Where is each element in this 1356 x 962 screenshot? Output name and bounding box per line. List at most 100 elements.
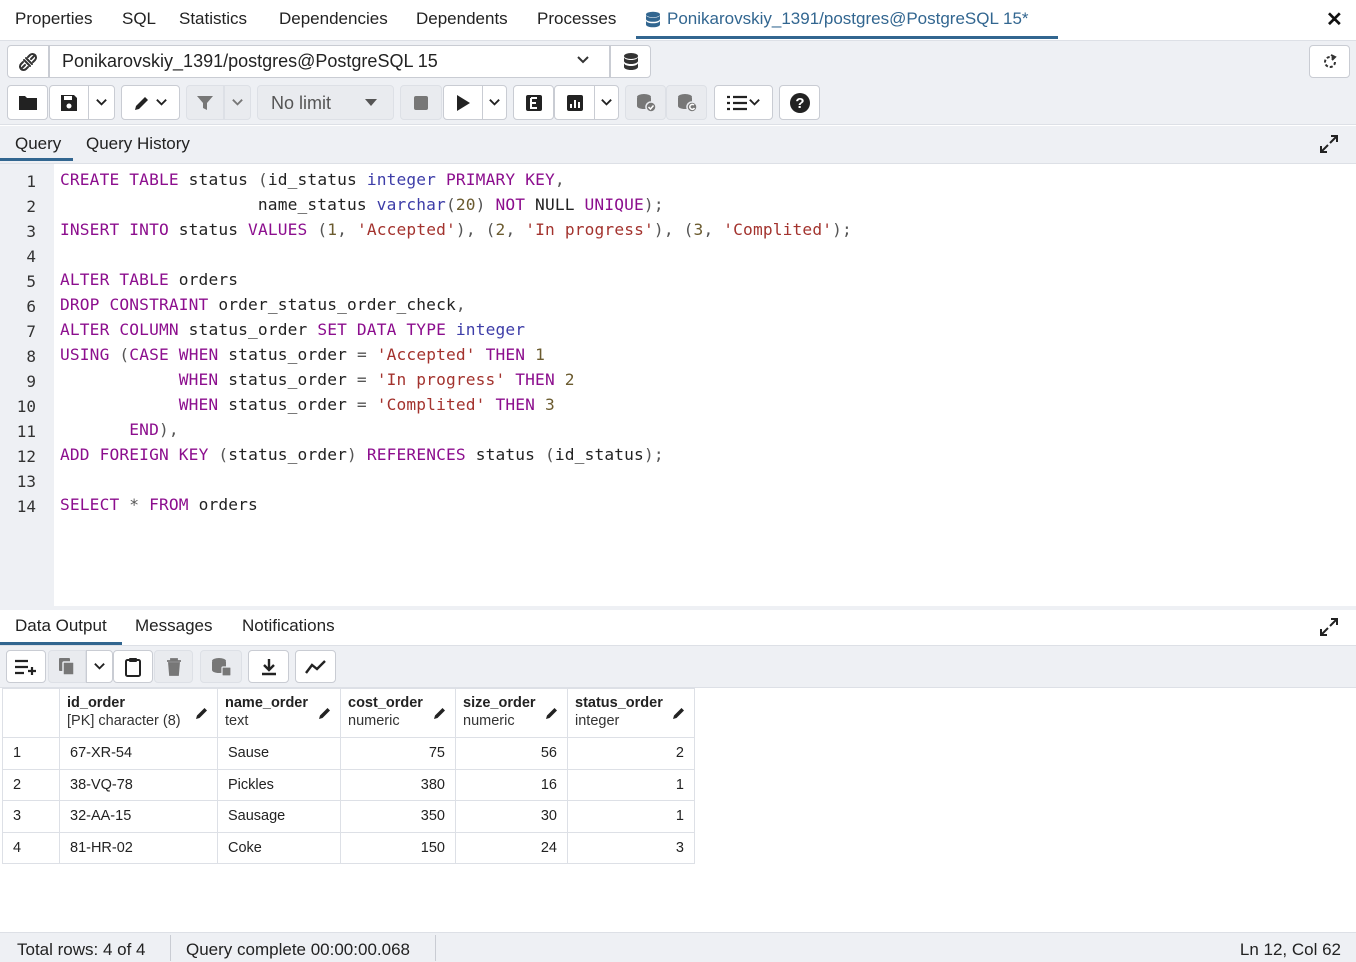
execute-options-button[interactable] xyxy=(482,85,507,120)
pencil-icon[interactable] xyxy=(318,706,332,720)
divider xyxy=(435,935,436,961)
code-line[interactable]: DROP CONSTRAINT order_status_order_check… xyxy=(60,295,466,314)
code-line[interactable]: ALTER COLUMN status_order SET DATA TYPE … xyxy=(60,320,525,339)
code-line[interactable]: name_status varchar(20) NOT NULL UNIQUE)… xyxy=(60,195,664,214)
cell-id-order[interactable]: 67-XR-54 xyxy=(59,737,218,770)
cell-status-order[interactable]: 1 xyxy=(567,800,695,833)
stop-button[interactable] xyxy=(400,85,442,120)
copy-button[interactable] xyxy=(48,650,86,683)
code-line[interactable]: CREATE TABLE status (id_status integer P… xyxy=(60,170,565,189)
cell-name-order[interactable]: Pickles xyxy=(217,768,341,801)
column-header[interactable]: id_order [PK] character (8) xyxy=(59,688,218,738)
data-grid[interactable]: id_order [PK] character (8) name_order t… xyxy=(2,688,695,864)
paste-button[interactable] xyxy=(113,650,153,683)
filter-button[interactable] xyxy=(186,85,224,120)
cell-size-order[interactable]: 56 xyxy=(455,737,568,770)
save-file-button[interactable] xyxy=(49,85,89,120)
pencil-icon[interactable] xyxy=(545,706,559,720)
code-line[interactable]: SELECT * FROM orders xyxy=(60,495,258,514)
tab-messages[interactable]: Messages xyxy=(135,616,212,636)
cell-status-order[interactable]: 3 xyxy=(567,831,695,864)
code-line[interactable]: INSERT INTO status VALUES (1, 'Accepted'… xyxy=(60,220,852,239)
chart-bar-icon xyxy=(566,94,583,111)
rollback-button[interactable] xyxy=(666,85,707,120)
column-header[interactable]: name_order text xyxy=(217,688,341,738)
connection-status-button[interactable] xyxy=(7,45,49,78)
clipboard-icon xyxy=(125,657,141,677)
tab-query-history[interactable]: Query History xyxy=(86,134,190,154)
tab-notifications[interactable]: Notifications xyxy=(242,616,335,636)
graph-visualiser-button[interactable] xyxy=(295,650,336,683)
cell-id-order[interactable]: 38-VQ-78 xyxy=(59,768,218,801)
code-line[interactable]: WHEN status_order = 'Complited' THEN 3 xyxy=(60,395,555,414)
column-header[interactable]: status_order integer xyxy=(567,688,695,738)
pencil-icon[interactable] xyxy=(195,706,209,720)
cell-size-order[interactable]: 16 xyxy=(455,768,568,801)
edit-options-button[interactable] xyxy=(121,85,180,120)
copy-options-button[interactable] xyxy=(86,650,113,683)
delete-row-button[interactable] xyxy=(154,650,193,683)
filter-options-button[interactable] xyxy=(224,85,251,120)
cell-cost-order[interactable]: 75 xyxy=(340,737,456,770)
code-line[interactable]: USING (CASE WHEN status_order = 'Accepte… xyxy=(60,345,545,364)
tab-dependencies[interactable]: Dependencies xyxy=(279,9,388,29)
add-row-button[interactable] xyxy=(6,650,46,683)
tab-processes[interactable]: Processes xyxy=(537,9,616,29)
open-file-button[interactable] xyxy=(7,85,48,120)
execute-button[interactable] xyxy=(443,85,483,120)
new-connection-button[interactable] xyxy=(610,45,651,78)
row-number[interactable]: 1 xyxy=(2,737,60,770)
tab-properties[interactable]: Properties xyxy=(15,9,92,29)
explain-options-button[interactable] xyxy=(594,85,619,120)
explain-button[interactable] xyxy=(513,85,554,120)
table-row[interactable]: 1 67-XR-54 Sause 75 56 2 xyxy=(2,737,695,770)
code-line[interactable]: ALTER TABLE orders xyxy=(60,270,238,289)
code-line[interactable]: WHEN status_order = 'In progress' THEN 2 xyxy=(60,370,575,389)
row-number[interactable]: 3 xyxy=(2,800,60,833)
cell-name-order[interactable]: Coke xyxy=(217,831,341,864)
commit-button[interactable] xyxy=(625,85,666,120)
row-number[interactable]: 4 xyxy=(2,831,60,864)
pencil-icon xyxy=(135,96,148,110)
save-options-button[interactable] xyxy=(88,85,115,120)
tab-dependents[interactable]: Dependents xyxy=(416,9,508,29)
pencil-icon[interactable] xyxy=(433,706,447,720)
help-button[interactable]: ? xyxy=(779,85,820,120)
cell-name-order[interactable]: Sausage xyxy=(217,800,341,833)
table-row[interactable]: 3 32-AA-15 Sausage 350 30 1 xyxy=(2,800,695,833)
cell-size-order[interactable]: 24 xyxy=(455,831,568,864)
connection-select[interactable]: Ponikarovskiy_1391/postgres@PostgreSQL 1… xyxy=(49,45,610,78)
cell-status-order[interactable]: 1 xyxy=(567,768,695,801)
cell-size-order[interactable]: 30 xyxy=(455,800,568,833)
help-icon: ? xyxy=(789,92,810,113)
column-header[interactable]: size_order numeric xyxy=(455,688,568,738)
expand-icon[interactable] xyxy=(1319,134,1339,154)
expand-icon[interactable] xyxy=(1319,617,1339,637)
cell-cost-order[interactable]: 150 xyxy=(340,831,456,864)
cell-name-order[interactable]: Sause xyxy=(217,737,341,770)
macros-button[interactable] xyxy=(714,85,773,120)
tab-data-output[interactable]: Data Output xyxy=(15,616,107,636)
code-line[interactable]: ADD FOREIGN KEY (status_order) REFERENCE… xyxy=(60,445,664,464)
folder-icon xyxy=(18,96,37,110)
code-line[interactable]: END), xyxy=(60,420,179,439)
download-button[interactable] xyxy=(248,650,289,683)
tab-statistics[interactable]: Statistics xyxy=(179,9,247,29)
save-data-button[interactable] xyxy=(200,650,242,683)
column-header[interactable]: cost_order numeric xyxy=(340,688,456,738)
close-icon[interactable]: ✕ xyxy=(1326,7,1343,32)
pencil-icon[interactable] xyxy=(672,706,686,720)
cell-status-order[interactable]: 2 xyxy=(567,737,695,770)
cell-id-order[interactable]: 81-HR-02 xyxy=(59,831,218,864)
table-row[interactable]: 2 38-VQ-78 Pickles 380 16 1 xyxy=(2,768,695,801)
table-row[interactable]: 4 81-HR-02 Coke 150 24 3 xyxy=(2,831,695,864)
cell-id-order[interactable]: 32-AA-15 xyxy=(59,800,218,833)
row-number[interactable]: 2 xyxy=(2,768,60,801)
tab-query-tool[interactable]: Ponikarovskiy_1391/postgres@PostgreSQL 1… xyxy=(667,9,1029,29)
cell-cost-order[interactable]: 350 xyxy=(340,800,456,833)
tab-query[interactable]: Query xyxy=(15,134,61,154)
cell-cost-order[interactable]: 380 xyxy=(340,768,456,801)
explain-analyze-button[interactable] xyxy=(554,85,595,120)
tab-sql[interactable]: SQL xyxy=(122,9,156,29)
refresh-button[interactable] xyxy=(1309,45,1350,78)
